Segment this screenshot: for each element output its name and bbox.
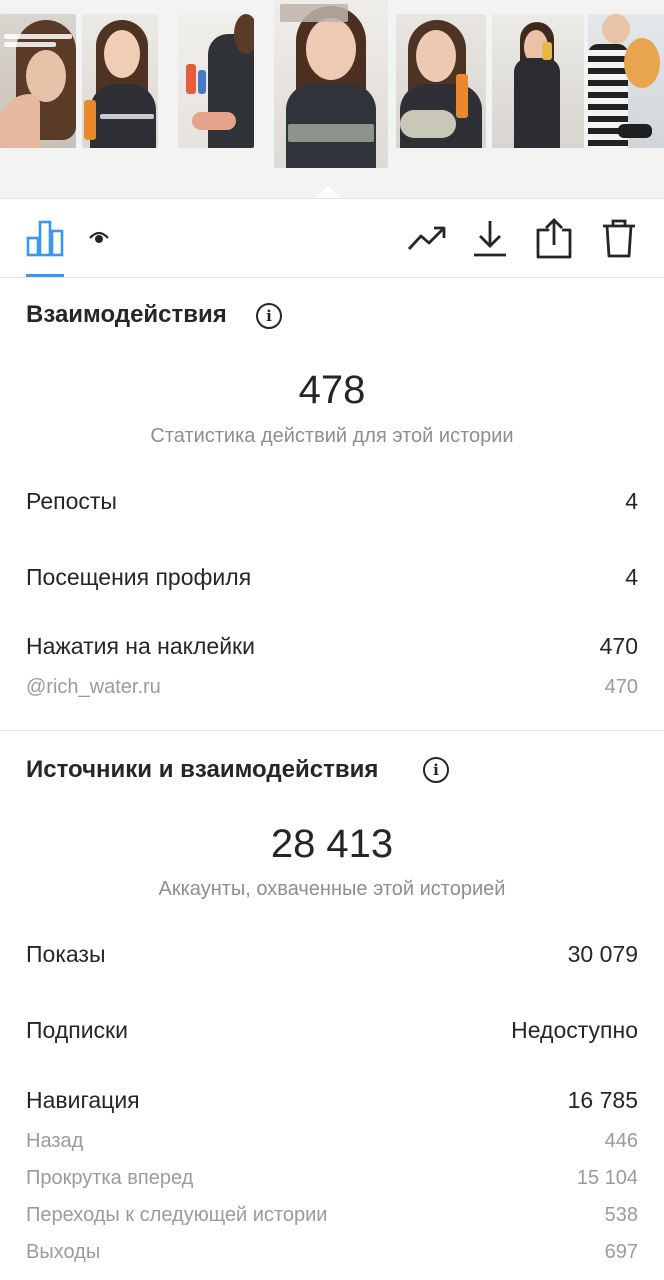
story-thumbnail-selected[interactable] bbox=[274, 0, 388, 168]
stat-value: 4 bbox=[625, 488, 638, 514]
stat-row-navigation: Навигация 16 785 bbox=[26, 1087, 638, 1114]
interactions-total: 478 bbox=[298, 368, 366, 412]
stat-row-impressions: Показы 30 079 bbox=[26, 941, 638, 968]
stat-label: Назад bbox=[26, 1130, 84, 1152]
section-divider bbox=[0, 730, 664, 731]
nav-row-exits: Выходы 697 bbox=[26, 1241, 638, 1264]
trending-icon[interactable] bbox=[406, 217, 448, 259]
stat-row-follows: Подписки Недоступно bbox=[26, 1017, 638, 1044]
stat-row-sticker-taps: Нажатия на наклейки 470 bbox=[26, 633, 638, 660]
info-icon[interactable]: i bbox=[256, 303, 282, 329]
download-icon[interactable] bbox=[469, 217, 511, 259]
eye-icon[interactable] bbox=[78, 217, 120, 259]
story-thumbnail[interactable] bbox=[396, 14, 486, 148]
stat-value: 16 785 bbox=[567, 1087, 638, 1113]
stat-value: 15 104 bbox=[576, 1167, 638, 1189]
interactions-title: Взаимодействия bbox=[26, 301, 227, 328]
share-icon[interactable] bbox=[533, 217, 575, 259]
stat-value: 30 079 bbox=[567, 941, 638, 967]
stat-value: 470 bbox=[599, 633, 638, 659]
stat-label: Показы bbox=[26, 941, 106, 967]
stat-label: Репосты bbox=[26, 488, 117, 514]
sources-title: Источники и взаимодействия bbox=[26, 756, 379, 783]
stat-value: 697 bbox=[604, 1241, 638, 1263]
stat-label: Посещения профиля bbox=[26, 564, 252, 590]
story-thumbnail[interactable] bbox=[82, 14, 158, 148]
info-icon[interactable]: i bbox=[423, 757, 449, 783]
selected-story-pointer bbox=[314, 186, 342, 198]
sources-total-label: Аккаунты, охваченные этой историей bbox=[158, 878, 506, 900]
story-toolbar bbox=[0, 199, 664, 278]
stat-value: Недоступно bbox=[511, 1017, 638, 1043]
sources-total: 28 413 bbox=[270, 822, 394, 866]
nav-row-forward: Прокрутка вперед 15 104 bbox=[26, 1167, 638, 1190]
stat-label: Переходы к следующей истории bbox=[26, 1204, 328, 1226]
story-thumbnail[interactable] bbox=[0, 14, 76, 148]
stat-label: Выходы bbox=[26, 1241, 101, 1263]
stat-value: 446 bbox=[604, 1130, 638, 1152]
nav-row-next-story: Переходы к следующей истории 538 bbox=[26, 1204, 638, 1227]
story-thumbnail-strip bbox=[0, 0, 664, 198]
stat-value: 4 bbox=[625, 564, 638, 590]
stat-label: Прокрутка вперед bbox=[26, 1167, 194, 1189]
stat-label: Нажатия на наклейки bbox=[26, 633, 255, 659]
stat-row-reposts: Репосты 4 bbox=[26, 488, 638, 515]
trash-icon[interactable] bbox=[598, 217, 640, 259]
stat-label: @rich_water.ru bbox=[26, 676, 161, 698]
stat-label: Подписки bbox=[26, 1017, 128, 1043]
story-thumbnail[interactable] bbox=[492, 14, 584, 148]
active-tab-underline bbox=[26, 274, 64, 277]
bar-chart-icon[interactable] bbox=[24, 217, 66, 259]
stat-label: Навигация bbox=[26, 1087, 140, 1113]
stat-value: 538 bbox=[604, 1204, 638, 1226]
story-thumbnail[interactable] bbox=[588, 14, 664, 148]
stat-row-sticker-account: @rich_water.ru 470 bbox=[26, 676, 638, 699]
interactions-total-label: Статистика действий для этой истории bbox=[150, 425, 514, 447]
stat-value: 470 bbox=[604, 676, 638, 698]
stat-row-profile-visits: Посещения профиля 4 bbox=[26, 564, 638, 591]
story-thumbnail[interactable] bbox=[178, 14, 254, 148]
nav-row-back: Назад 446 bbox=[26, 1130, 638, 1153]
